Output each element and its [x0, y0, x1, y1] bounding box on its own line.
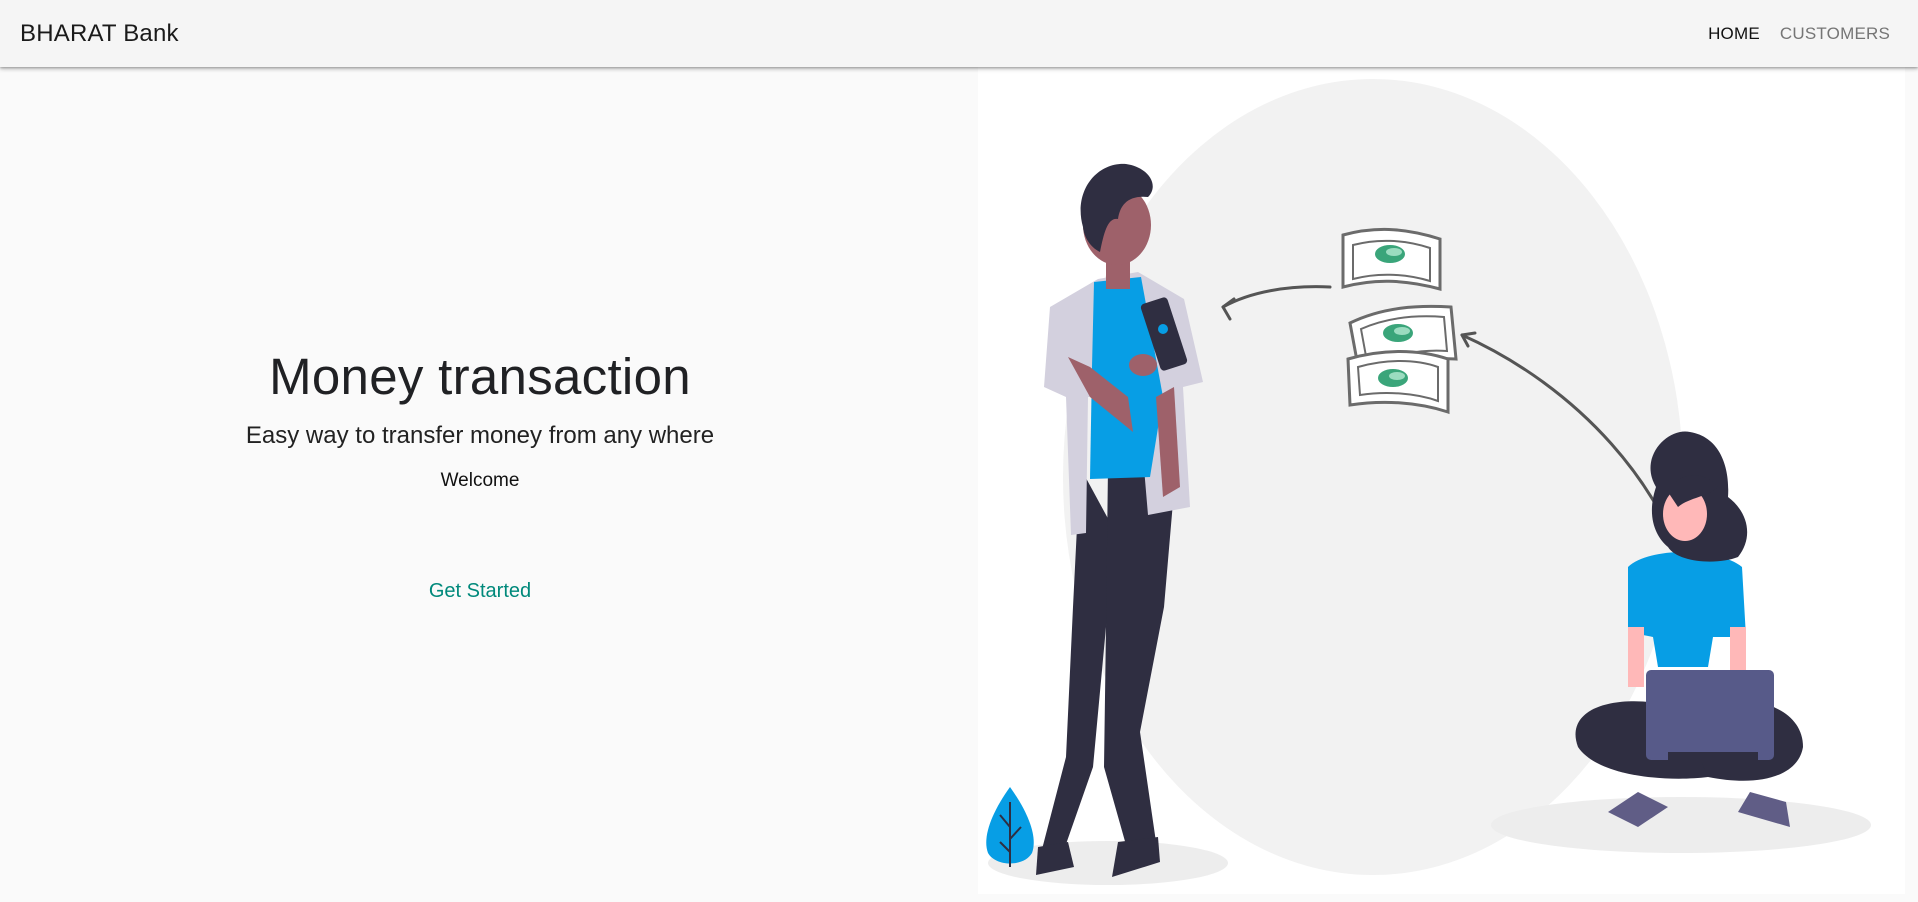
- ground-shadow-right: [1491, 797, 1871, 853]
- top-navbar: BHARAT Bank HOME CUSTOMERS: [0, 0, 1918, 67]
- hero-section: Money transaction Easy way to transfer m…: [0, 67, 960, 902]
- welcome-text: Welcome: [440, 470, 520, 491]
- hero-subtitle: Easy way to transfer money from any wher…: [245, 422, 715, 449]
- nav-link-customers[interactable]: CUSTOMERS: [1780, 24, 1890, 44]
- get-started-button[interactable]: Get Started: [421, 576, 539, 607]
- money-transfer-illustration: [978, 67, 1905, 894]
- plant-icon: [986, 787, 1034, 867]
- nav-links: HOME CUSTOMERS: [1708, 24, 1898, 44]
- brand-logo-link[interactable]: BHARAT Bank: [20, 20, 179, 48]
- hero-title: Money transaction: [269, 348, 691, 405]
- nav-link-home[interactable]: HOME: [1708, 24, 1760, 44]
